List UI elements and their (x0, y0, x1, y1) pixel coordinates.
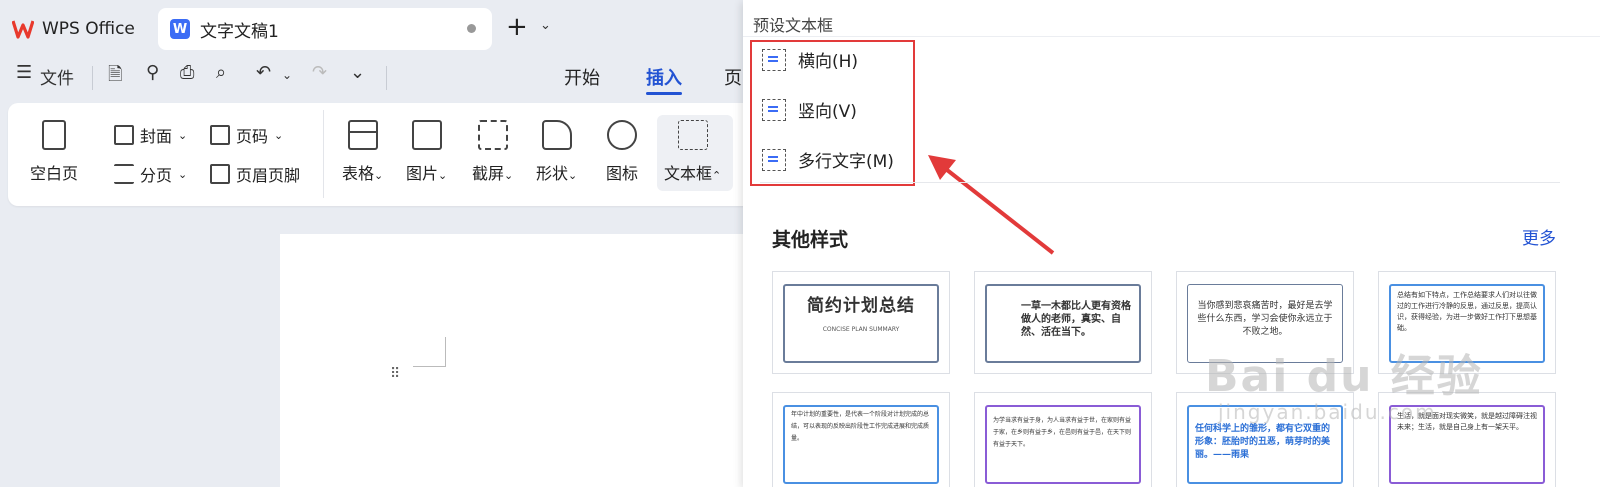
divider (386, 66, 387, 90)
thumbnail-text: 年中计划的重要性，是代表一个阶段对计划完成的总结，可以表现的反映出阶段性工作完成… (791, 411, 930, 442)
save-icon[interactable]: 🗎 (108, 62, 122, 92)
drag-handle-icon[interactable]: ⠿ (390, 367, 400, 381)
tab-start[interactable]: 开始 (564, 64, 600, 90)
scissors-icon (477, 120, 508, 150)
print-preview-icon[interactable]: ⌕ (216, 62, 226, 83)
active-tab-indicator (646, 92, 682, 95)
other-styles-heading: 其他样式 (772, 229, 849, 251)
shape-icon (541, 120, 572, 150)
page-break-icon (114, 164, 134, 184)
tab-wps-office[interactable]: WPS Office (0, 8, 152, 50)
annotation-arrow-icon (928, 155, 1055, 255)
tab-page[interactable]: 页 (724, 64, 742, 90)
thumbnail-text: 任何科学上的雏形，都有它双重的形象：胚胎时的丑恶，萌芽时的美丽。——雨果 (1195, 424, 1331, 460)
style-thumbnail[interactable]: 为学当求有益于身，为人当求有益于世，在家则有益于家，在乡则有益于乡，在邑则有益于… (974, 392, 1152, 487)
textbox-button[interactable]: 文本框⌃ (664, 120, 721, 184)
shape-button[interactable]: 形状⌄ (536, 120, 577, 184)
style-thumbnail[interactable]: 年中计划的重要性，是代表一个阶段对计划完成的总结，可以表现的反映出阶段性工作完成… (772, 392, 950, 487)
panel-title: 预设文本框 (753, 16, 834, 35)
textbox-label: 文本框⌃ (664, 164, 722, 183)
blank-page-label: 空白页 (30, 164, 79, 183)
baidu-watermark: Bai du 经验 (1205, 351, 1483, 402)
more-link[interactable]: 更多 (1522, 224, 1556, 249)
unsaved-dot-icon[interactable] (467, 24, 476, 33)
tab-document[interactable]: W 文字文稿1 (158, 8, 492, 50)
style-thumbnail[interactable]: 一草一木都比人更有资格做人的老师，真实、自然、活在当下。 (974, 271, 1152, 374)
page-number-label: 页码 (236, 127, 269, 146)
wps-logo-icon (12, 20, 34, 39)
page-number-icon (210, 125, 230, 145)
panel-divider (760, 182, 1560, 183)
page-number-button[interactable]: 页码 ⌄ (210, 123, 283, 147)
document-page[interactable] (280, 234, 750, 487)
file-menu[interactable]: 文件 (40, 64, 74, 89)
table-icon (347, 120, 378, 150)
thumbnail-text: 简约计划总结 (807, 296, 915, 316)
thumbnail-subtext: CONCISE PLAN SUMMARY (822, 326, 900, 333)
picture-label: 图片⌄ (406, 164, 448, 183)
textbox-icon (677, 120, 708, 150)
picture-icon (411, 120, 442, 150)
link-icon[interactable]: ⚲ (146, 62, 159, 83)
app-label: WPS Office (42, 19, 135, 39)
shape-label: 形状⌄ (536, 164, 578, 183)
thumbnail-text: 当你感到悲哀痛苦时，最好是去学些什么东西，学习会使你永远立于不败之地。 (1197, 301, 1333, 337)
blank-page-icon (42, 120, 66, 150)
header-footer-icon (210, 164, 230, 184)
thumbnail-text: 一草一木都比人更有资格做人的老师，真实、自然、活在当下。 (1021, 301, 1131, 338)
page-break-button[interactable]: 分页 ⌄ (114, 162, 187, 186)
style-thumbnail[interactable]: 简约计划总结 CONCISE PLAN SUMMARY (772, 271, 950, 374)
cover-button[interactable]: 封面 ⌄ (114, 123, 187, 147)
undo-icon[interactable]: ↶ (256, 62, 271, 83)
header-footer-label: 页眉页脚 (236, 166, 301, 185)
screenshot-label: 截屏⌄ (472, 164, 514, 183)
undo-dropdown-icon[interactable]: ⌄ (282, 68, 292, 82)
chevron-down-icon[interactable]: ⌄ (540, 18, 551, 33)
icons-icon (607, 120, 637, 150)
picture-button[interactable]: 图片⌄ (406, 120, 447, 184)
menu-icon[interactable]: ☰ (16, 62, 32, 83)
icon-button[interactable]: 图标 (606, 120, 638, 184)
cover-label: 封面 (140, 127, 173, 146)
divider (92, 66, 93, 90)
baidu-watermark-url: jingyan.baidu.com (1218, 400, 1437, 424)
more-chevron-icon[interactable]: ⌄ (350, 62, 365, 83)
panel-header-divider (743, 36, 1600, 37)
redo-icon[interactable]: ↷ (312, 62, 327, 83)
margin-mark (413, 337, 446, 367)
thumbnail-text: 总结有如下特点，工作总结要求人们对以往做过的工作进行冷静的反思，通过反思，提高认… (1397, 291, 1537, 332)
ribbon (8, 103, 768, 206)
writer-doc-icon: W (170, 19, 190, 39)
icon-label: 图标 (606, 164, 639, 183)
screenshot-button[interactable]: 截屏⌄ (472, 120, 513, 184)
new-tab-button[interactable]: + (506, 14, 528, 40)
table-label: 表格⌄ (342, 164, 384, 183)
doc-tab-label: 文字文稿1 (200, 21, 279, 42)
table-button[interactable]: 表格⌄ (342, 120, 383, 184)
thumbnail-text: 为学当求有益于身，为人当求有益于世，在家则有益于家，在乡则有益于乡，在邑则有益于… (993, 417, 1132, 448)
header-footer-button[interactable]: 页眉页脚 (210, 162, 300, 186)
page-break-label: 分页 (140, 166, 173, 185)
ribbon-divider (323, 110, 324, 198)
blank-page-button[interactable]: 空白页 (30, 120, 78, 184)
highlight-box (750, 40, 915, 186)
print-icon[interactable]: ⎙ (180, 62, 194, 83)
cover-icon (114, 125, 134, 145)
tab-insert[interactable]: 插入 (646, 64, 682, 90)
